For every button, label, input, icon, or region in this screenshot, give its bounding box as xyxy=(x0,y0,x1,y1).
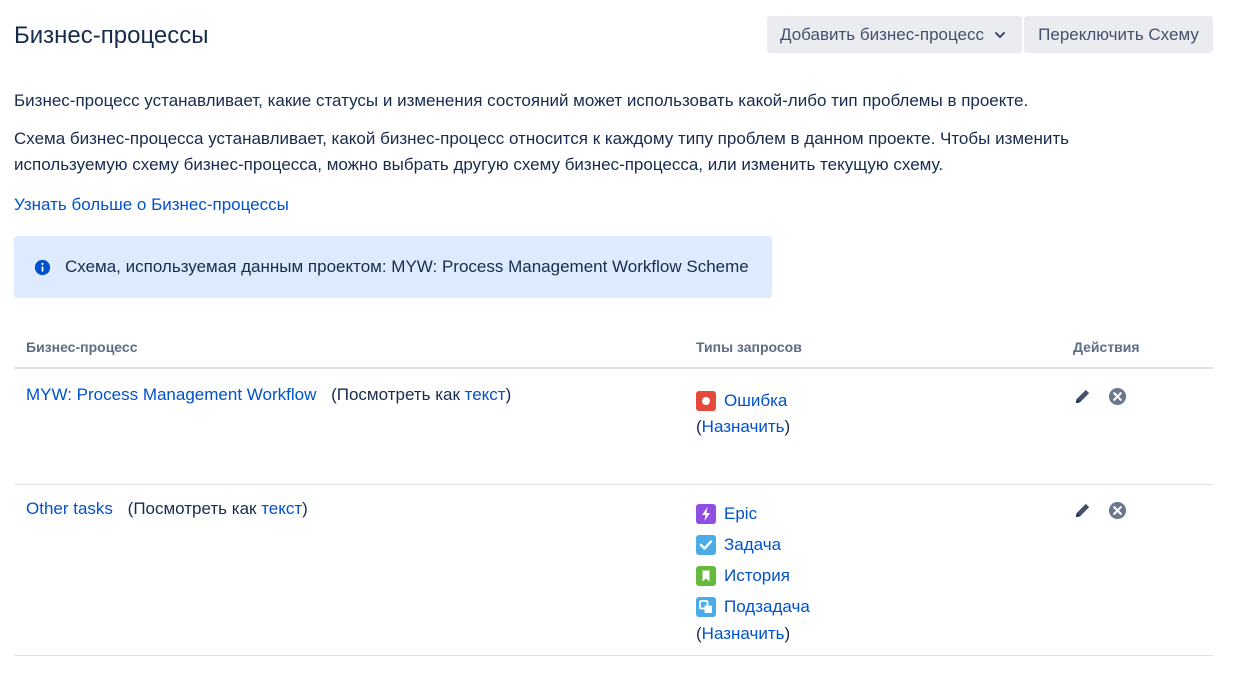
page-title: Бизнес-процессы xyxy=(14,22,209,49)
actions-cell xyxy=(1061,484,1213,656)
assign-text: (Назначить) xyxy=(696,623,1049,645)
edit-pencil-icon[interactable] xyxy=(1073,387,1092,406)
story-icon xyxy=(696,566,716,586)
description-scheme: Схема бизнес-процесса устанавливает, как… xyxy=(14,129,1070,174)
table-row: MYW: Process Management Workflow (Посмот… xyxy=(14,368,1213,485)
issue-type-item: Ошибка xyxy=(696,385,1049,416)
chevron-down-icon xyxy=(995,31,1005,38)
issue-types-cell: Ошибка (Назначить) xyxy=(684,368,1061,485)
toolbar: Добавить бизнес-процесс Переключить Схем… xyxy=(767,16,1213,53)
description-workflow: Бизнес-процесс устанавливает, какие стат… xyxy=(14,91,1029,110)
assign-link[interactable]: Назначить xyxy=(702,624,785,643)
workflows-table: Бизнес-процесс Типы запросов Действия MY… xyxy=(14,325,1213,656)
edit-pencil-icon[interactable] xyxy=(1073,501,1092,520)
header-issue-types: Типы запросов xyxy=(684,325,1061,369)
issue-type-link[interactable]: История xyxy=(724,566,790,586)
switch-scheme-button[interactable]: Переключить Схему xyxy=(1024,16,1213,53)
issue-type-link[interactable]: Задача xyxy=(724,535,781,555)
issue-type-item: Epic xyxy=(696,499,1049,530)
assign-text: (Назначить) xyxy=(696,416,1049,438)
issue-type-item: Подзадача xyxy=(696,592,1049,623)
workflow-link[interactable]: Other tasks xyxy=(26,499,113,518)
assign-close: ) xyxy=(784,623,791,643)
view-as-text-link[interactable]: текст xyxy=(465,385,506,404)
workflow-name-cell: Other tasks (Посмотреть как текст) xyxy=(14,484,684,656)
assign-link[interactable]: Назначить xyxy=(702,417,785,436)
issue-type-link[interactable]: Подзадача xyxy=(724,597,810,617)
header-workflow: Бизнес-процесс xyxy=(14,325,684,369)
workflow-link[interactable]: MYW: Process Management Workflow xyxy=(26,385,316,404)
info-message: Схема, используемая данным проектом: MYW… xyxy=(14,236,772,298)
view-as-text: (Посмотреть как текст) xyxy=(331,385,511,404)
view-as-prefix: (Посмотреть как xyxy=(127,498,262,518)
add-workflow-label: Добавить бизнес-процесс xyxy=(780,24,984,44)
info-text: Схема, используемая данным проектом: MYW… xyxy=(65,257,749,276)
view-as-text: (Посмотреть как текст) xyxy=(128,499,308,518)
issue-types-cell: Epic Задача История Подзадача (Назначить… xyxy=(684,484,1061,656)
view-as-suffix: ) xyxy=(505,385,512,404)
table-header-row: Бизнес-процесс Типы запросов Действия xyxy=(14,325,1213,369)
subtask-icon xyxy=(696,597,716,617)
info-circle-icon xyxy=(34,259,51,275)
learn-more-link[interactable]: Узнать больше о Бизнес-процессы xyxy=(14,195,289,215)
workflow-name-cell: MYW: Process Management Workflow (Посмот… xyxy=(14,368,684,485)
add-workflow-button[interactable]: Добавить бизнес-процесс xyxy=(767,16,1022,53)
header-actions: Действия xyxy=(1061,325,1213,369)
issue-type-link[interactable]: Epic xyxy=(724,504,757,524)
issue-type-item: Задача xyxy=(696,530,1049,561)
issue-type-link[interactable]: Ошибка xyxy=(724,391,787,411)
actions-cell xyxy=(1061,368,1213,485)
delete-circle-icon[interactable] xyxy=(1108,501,1127,520)
epic-icon xyxy=(696,504,716,524)
view-as-suffix: ) xyxy=(302,498,308,518)
assign-close: ) xyxy=(784,417,791,436)
issue-type-item: История xyxy=(696,561,1049,592)
table-row: Other tasks (Посмотреть как текст) Epic … xyxy=(14,484,1213,656)
view-as-prefix: (Посмотреть как xyxy=(331,385,465,404)
view-as-text-link[interactable]: текст xyxy=(261,499,302,518)
delete-circle-icon[interactable] xyxy=(1108,387,1127,406)
bug-icon xyxy=(696,390,716,411)
task-icon xyxy=(696,535,716,555)
